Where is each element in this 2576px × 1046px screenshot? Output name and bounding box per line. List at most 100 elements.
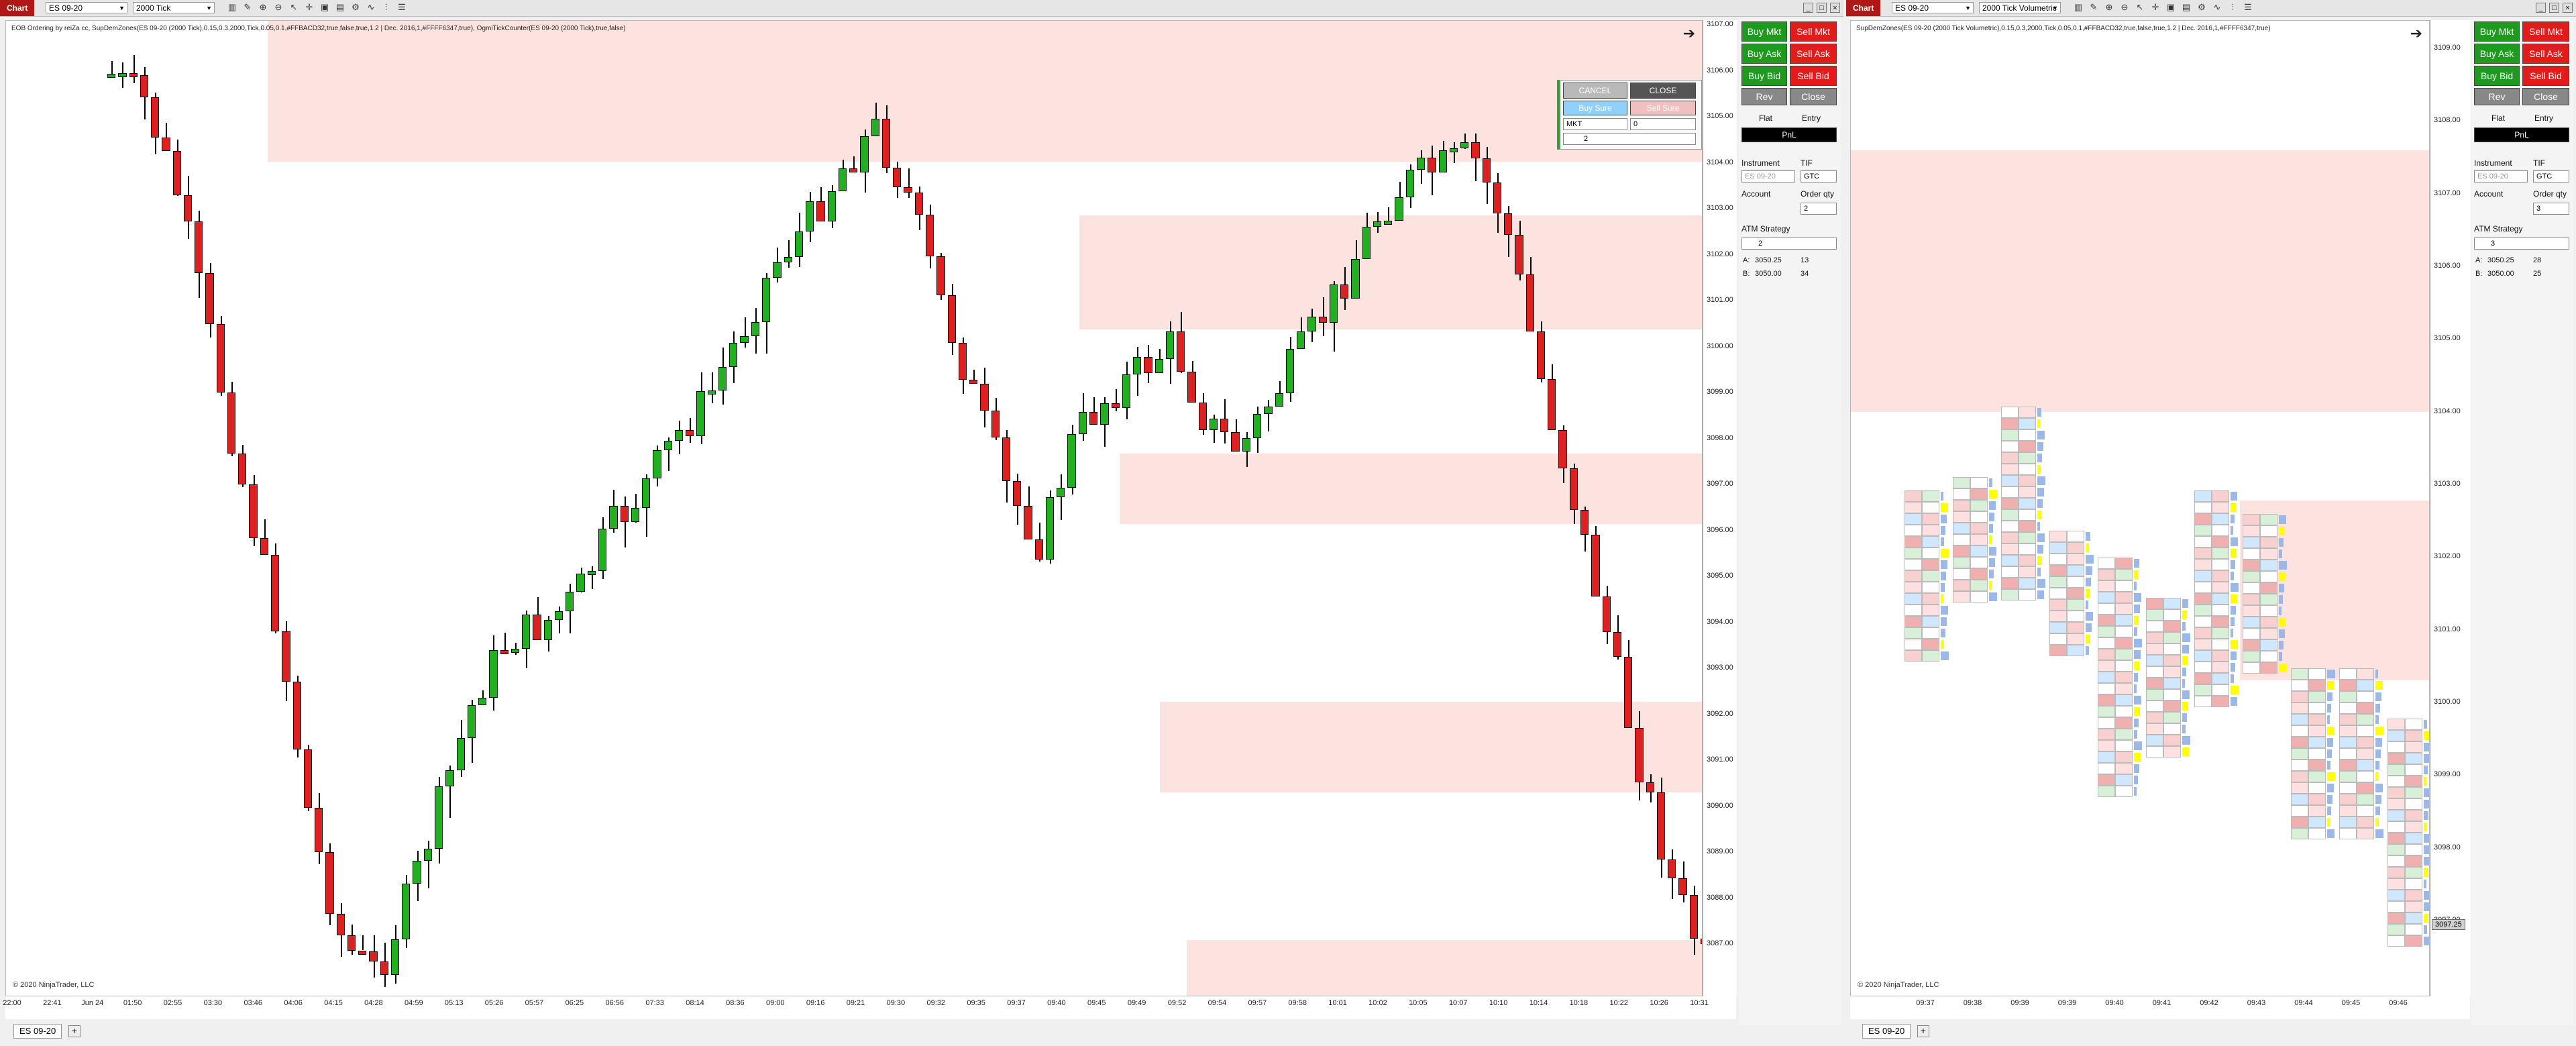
left-time-axis[interactable]: 22:00 22:41 Jun 24 01:50 02:55 03:30 03:46 04:0…	[3, 996, 1736, 1019]
pointer-icon[interactable]: ↖	[2135, 2, 2145, 13]
cursor-icon[interactable]: ✛	[304, 2, 315, 13]
close-position-button[interactable]: Close	[1790, 88, 1837, 105]
zoom-in-icon[interactable]: ⊕	[258, 2, 268, 13]
volume-bar	[2327, 795, 2332, 804]
indicators-icon[interactable]: ∿	[2212, 2, 2222, 13]
close-icon[interactable]: ×	[2563, 3, 2573, 13]
sell-bid-button[interactable]: Sell Bid	[1790, 66, 1837, 86]
list-icon[interactable]: ☰	[396, 2, 407, 13]
maximize-icon[interactable]: □	[2549, 3, 2559, 13]
strategies-icon[interactable]: ⫶	[2227, 2, 2238, 13]
left-chart-panel[interactable]: EOB Ordering by reiZa cc, SupDemZones(ES…	[5, 20, 1703, 996]
volume-bar	[2134, 787, 2137, 796]
price-tick-label: 3098.00	[1707, 433, 1733, 442]
qty-select[interactable]: 2	[1563, 133, 1696, 145]
close-button[interactable]: CLOSE	[1630, 83, 1696, 99]
atm-strategy-select[interactable]: 3	[2474, 238, 2569, 250]
left-chart-tab[interactable]: Chart	[0, 0, 35, 16]
arrow-right-icon[interactable]: ➔	[2410, 25, 2422, 42]
right-instrument-select[interactable]: ES 09-20 ▼	[1892, 2, 1974, 13]
minimize-icon[interactable]: _	[1803, 3, 1813, 13]
sell-market-button[interactable]: Sell Mkt	[1790, 21, 1837, 42]
chart-tab-es[interactable]: ES 09-20	[13, 1024, 62, 1039]
buy-market-button[interactable]: Buy Mkt	[1741, 21, 1787, 42]
zoom-out-icon[interactable]: ⊖	[273, 2, 284, 13]
cancel-button[interactable]: CANCEL	[1563, 83, 1627, 99]
add-tab-icon[interactable]: +	[1917, 1025, 1929, 1037]
volume-bar	[2424, 845, 2429, 854]
tif-select[interactable]: GTC	[1801, 170, 1837, 182]
indicators-icon[interactable]: ∿	[366, 2, 376, 13]
atm-strategy-select[interactable]: 2	[1741, 238, 1837, 250]
price-tick-label: 3099.00	[2434, 770, 2461, 779]
volume-bar	[2037, 590, 2044, 599]
sell-ask-button[interactable]: Sell Ask	[2522, 44, 2569, 64]
settings-icon[interactable]: ⚙	[2196, 2, 2207, 13]
sell-market-button[interactable]: Sell Mkt	[2522, 21, 2569, 42]
right-bartype-select[interactable]: 2000 Tick Volumetric ▼	[1979, 2, 2061, 13]
footprint-cell	[2357, 737, 2374, 748]
buy-ask-button[interactable]: Buy Ask	[1741, 44, 1787, 64]
instrument-field[interactable]: ES 09-20	[2474, 170, 2528, 182]
sell-bid-button[interactable]: Sell Bid	[2522, 66, 2569, 86]
tif-select[interactable]: GTC	[2533, 170, 2569, 182]
left-price-axis[interactable]: 3107.00 3106.00 3105.00 3104.00 3103.00 3102.…	[1703, 20, 1737, 996]
volume-bar	[2424, 800, 2429, 808]
volume-bar	[2327, 806, 2331, 815]
footprint-cell	[2194, 616, 2212, 627]
zoom-out-icon[interactable]: ⊖	[2119, 2, 2130, 13]
atm-strategy-value: 3	[2491, 240, 2496, 248]
add-tab-icon[interactable]: +	[68, 1025, 80, 1037]
order-qty-input[interactable]: 2	[1801, 203, 1837, 215]
maximize-icon[interactable]: □	[1817, 3, 1827, 13]
bars-icon[interactable]: ▥	[227, 2, 237, 13]
buy-market-button[interactable]: Buy Mkt	[2474, 21, 2520, 42]
sell-sure-button[interactable]: Sell Sure	[1630, 101, 1696, 115]
pointer-icon[interactable]: ↖	[288, 2, 299, 13]
buy-sure-button[interactable]: Buy Sure	[1563, 101, 1627, 115]
footprint-cell	[2243, 560, 2260, 571]
settings-icon[interactable]: ⚙	[350, 2, 361, 13]
left-bartype-select[interactable]: 2000 Tick ▼	[133, 2, 215, 13]
pencil-icon[interactable]: ✎	[2088, 2, 2099, 13]
candle-up	[1297, 331, 1305, 349]
bars-icon[interactable]: ▥	[2073, 2, 2084, 13]
snapshot-icon[interactable]: ▣	[2165, 2, 2176, 13]
strategies-icon[interactable]: ⫶	[381, 2, 392, 13]
order-type-select[interactable]: MKT	[1563, 118, 1627, 130]
minimize-icon[interactable]: _	[2536, 3, 2546, 13]
footprint-cell	[2405, 719, 2422, 730]
candle-down	[1089, 412, 1098, 425]
snapshot-icon[interactable]: ▣	[319, 2, 330, 13]
buy-bid-button[interactable]: Buy Bid	[2474, 66, 2520, 86]
right-chart-tab[interactable]: Chart	[1846, 0, 1881, 16]
right-chart-panel[interactable]: SupDemZones(ES 09-20 (2000 Tick Volumetr…	[1850, 20, 2430, 996]
buy-bid-button[interactable]: Buy Bid	[1741, 66, 1787, 86]
price-tick-label: 3099.00	[1707, 388, 1733, 396]
reverse-button[interactable]: Rev	[1741, 88, 1787, 105]
buy-ask-button[interactable]: Buy Ask	[2474, 44, 2520, 64]
footprint-cell	[2019, 464, 2036, 475]
time-tick-label: 10:14	[1529, 999, 1548, 1007]
right-time-axis[interactable]: 09:37 09:38 09:39 09:39 09:40 09:41 09:42 09:43…	[1850, 996, 2470, 1019]
properties-icon[interactable]: ▤	[335, 2, 345, 13]
offset-input[interactable]: 0	[1630, 118, 1696, 130]
chart-tab-es[interactable]: ES 09-20	[1862, 1024, 1911, 1039]
footprint-cell	[2308, 714, 2326, 725]
cursor-icon[interactable]: ✛	[2150, 2, 2161, 13]
footprint-cell	[2405, 810, 2422, 821]
instrument-field[interactable]: ES 09-20	[1741, 170, 1795, 182]
left-instrument-select[interactable]: ES 09-20 ▼	[46, 2, 127, 13]
footprint-cell	[2146, 689, 2163, 700]
pencil-icon[interactable]: ✎	[242, 2, 253, 13]
reverse-button[interactable]: Rev	[2474, 88, 2520, 105]
zoom-in-icon[interactable]: ⊕	[2104, 2, 2114, 13]
order-qty-input[interactable]: 3	[2533, 203, 2569, 215]
arrow-right-icon[interactable]: ➔	[1683, 25, 1695, 42]
close-icon[interactable]: ×	[1830, 3, 1840, 13]
list-icon[interactable]: ☰	[2243, 2, 2253, 13]
properties-icon[interactable]: ▤	[2181, 2, 2192, 13]
close-position-button[interactable]: Close	[2522, 88, 2569, 105]
sell-ask-button[interactable]: Sell Ask	[1790, 44, 1837, 64]
right-price-axis[interactable]: 3109.00 3108.00 3107.00 3106.00 3105.00 3104.…	[2430, 20, 2471, 996]
